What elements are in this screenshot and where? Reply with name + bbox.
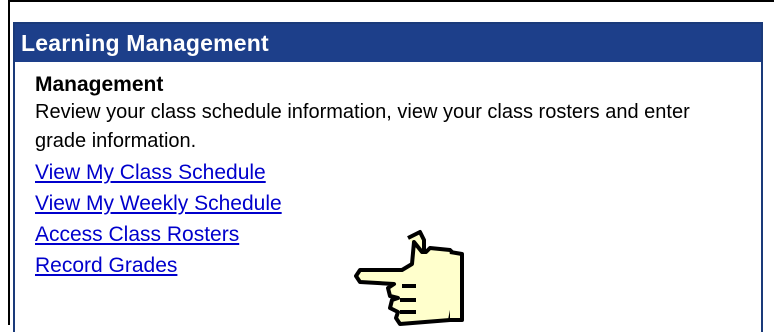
section-description: Review your class schedule information, …: [35, 101, 690, 152]
panel-header: Learning Management: [15, 24, 761, 62]
access-class-rosters-link[interactable]: Access Class Rosters: [35, 219, 239, 250]
view-weekly-schedule-link[interactable]: View My Weekly Schedule: [35, 188, 282, 219]
pointing-hand-icon: [354, 230, 464, 326]
record-grades-link[interactable]: Record Grades: [35, 250, 177, 281]
section-title: Management: [35, 73, 164, 96]
window-frame: Learning Management Management Review yo…: [8, 0, 774, 332]
view-class-schedule-link[interactable]: View My Class Schedule: [35, 157, 266, 188]
